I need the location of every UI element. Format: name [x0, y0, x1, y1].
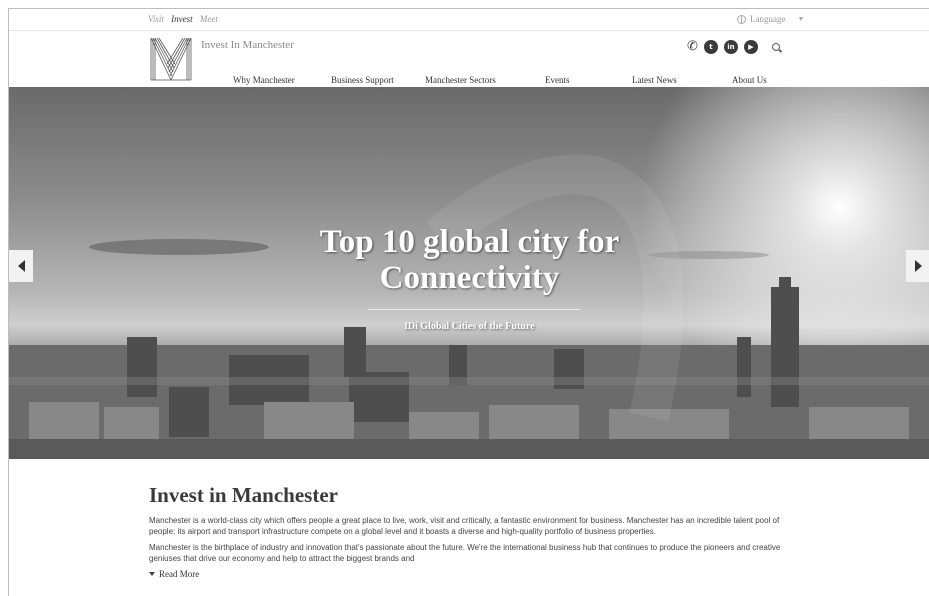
hero-title-line1: Top 10 global city for [319, 224, 620, 260]
meet-link[interactable]: Meet [200, 14, 218, 24]
site-switcher: Visit Invest Meet [148, 14, 223, 24]
twitter-icon[interactable]: t [703, 39, 718, 54]
intro-paragraph-2: Manchester is the birthplace of industry… [149, 543, 781, 563]
social-links: ✆ t in ▶ [687, 39, 780, 54]
hero-subtitle: fDi Global Cities of the Future [404, 321, 535, 332]
arrow-left-icon [17, 260, 25, 272]
utility-bar: Visit Invest Meet Language ▼ [9, 9, 929, 31]
visit-link[interactable]: Visit [148, 14, 164, 24]
language-selector[interactable]: Language ▼ [737, 14, 804, 24]
chevron-down-icon: ▼ [797, 15, 805, 23]
arrow-right-icon [914, 260, 922, 272]
section-heading: Invest in Manchester [149, 483, 338, 507]
nav-about-us[interactable]: About Us [732, 75, 767, 85]
nav-why-manchester[interactable]: Why Manchester [233, 75, 295, 85]
hero-title: Top 10 global city for Connectivity [9, 224, 929, 296]
hero-carousel: Top 10 global city for Connectivity fDi … [9, 87, 929, 459]
language-label: Language [750, 14, 786, 24]
hero-title-line2: Connectivity [379, 260, 560, 296]
site-header: Invest In Manchester ✆ t in ▶ Why Manche… [9, 31, 929, 87]
youtube-icon[interactable]: ▶ [743, 39, 758, 54]
nav-latest-news[interactable]: Latest News [632, 75, 677, 85]
chevron-down-icon [149, 572, 155, 576]
nav-business-support[interactable]: Business Support [331, 75, 394, 85]
nav-events[interactable]: Events [545, 75, 570, 85]
read-more-label: Read More [159, 569, 200, 579]
site-name[interactable]: Invest In Manchester [201, 39, 294, 51]
globe-icon [737, 14, 746, 24]
intro-section: Invest in Manchester Manchester is a wor… [149, 483, 799, 579]
phone-icon[interactable]: ✆ [687, 39, 698, 54]
logo-m-icon[interactable] [149, 36, 193, 82]
read-more-link[interactable]: Read More [149, 569, 799, 579]
linkedin-icon[interactable]: in [723, 39, 738, 54]
carousel-prev-button[interactable] [9, 250, 33, 282]
search-icon[interactable] [771, 42, 780, 51]
nav-manchester-sectors[interactable]: Manchester Sectors [425, 75, 496, 85]
browser-viewport: Visit Invest Meet Language ▼ Invest In M… [8, 8, 929, 596]
intro-paragraph-1: Manchester is a world-class city which o… [149, 516, 780, 536]
hero-divider [368, 309, 580, 310]
carousel-next-button[interactable] [906, 250, 929, 282]
invest-link[interactable]: Invest [171, 14, 193, 24]
